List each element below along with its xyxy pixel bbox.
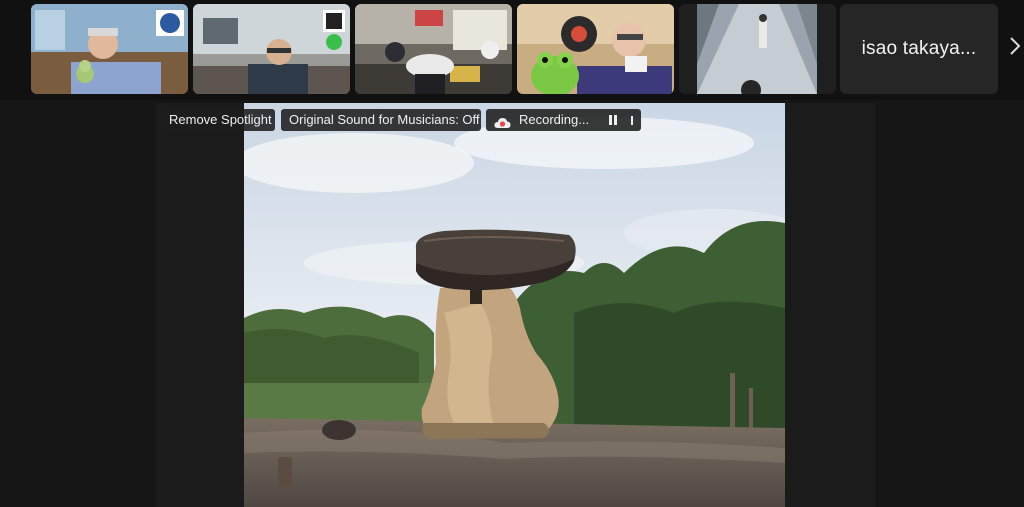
- original-sound-label: Original Sound for Musicians: Off: [289, 112, 480, 127]
- recording-indicator: Recording...: [486, 109, 641, 131]
- participant-video: [355, 4, 512, 94]
- participant-video-tile[interactable]: [679, 4, 836, 94]
- participant-video-tile[interactable]: [355, 4, 512, 94]
- remove-spotlight-label: Remove Spotlight: [169, 112, 272, 127]
- participant-video-tile[interactable]: [31, 4, 188, 94]
- chevron-right-icon[interactable]: [1006, 36, 1024, 60]
- participant-video: [31, 4, 188, 94]
- stop-icon[interactable]: [631, 115, 633, 125]
- original-sound-button[interactable]: Original Sound for Musicians: Off: [281, 109, 481, 131]
- cloud-record-icon: [494, 114, 511, 128]
- recording-label: Recording...: [519, 112, 590, 127]
- remove-spotlight-button[interactable]: Remove Spotlight: [161, 109, 275, 131]
- pause-icon[interactable]: [609, 115, 618, 125]
- spotlight-video: [244, 103, 785, 507]
- participant-video-tile[interactable]: [193, 4, 350, 94]
- participant-video-tile[interactable]: [517, 4, 674, 94]
- participant-name-tile[interactable]: isao takaya...: [840, 4, 998, 94]
- participant-video: [193, 4, 350, 94]
- participant-video: [679, 4, 836, 94]
- gallery-strip: isao takaya...: [0, 0, 1024, 100]
- participant-name: isao takaya...: [861, 38, 977, 59]
- shared-video-frame: [244, 103, 785, 507]
- participant-video: [517, 4, 674, 94]
